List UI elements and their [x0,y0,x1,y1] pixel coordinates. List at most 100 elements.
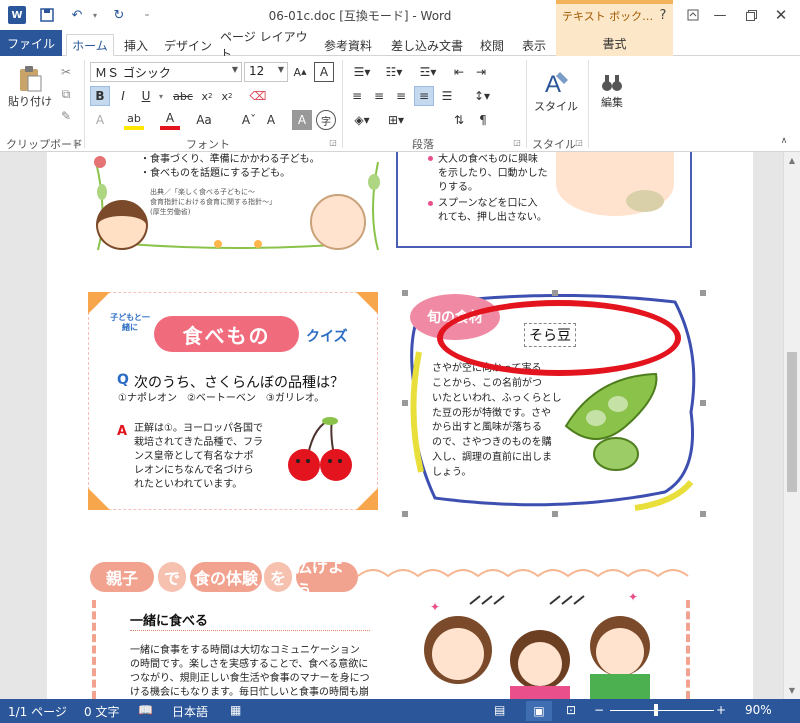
word-app-icon[interactable]: W [8,6,26,24]
italic-button[interactable]: I [114,86,132,106]
copy-icon[interactable]: ⧉ [56,84,76,104]
phonetic-guide-icon[interactable]: Aˇ [240,110,258,130]
font-size-combo[interactable]: 12 ▼ [244,62,288,82]
page-count[interactable]: 1/1 ページ [8,703,67,720]
scroll-down-icon[interactable]: ▼ [784,682,800,699]
format-painter-icon[interactable]: ✎ [56,106,76,126]
resize-handle[interactable] [402,400,408,406]
strikethrough-button[interactable]: abc [170,86,196,106]
minimize-button[interactable]: — [707,4,733,26]
clear-all-formatting-icon[interactable]: A [262,110,280,130]
read-mode-icon[interactable]: ▤ [494,703,505,717]
print-layout-icon[interactable]: ▣ [526,701,552,721]
close-button[interactable]: ✕ [768,4,794,26]
paragraph-launcher-icon[interactable]: ◲ [512,136,522,148]
align-center-icon[interactable]: ≡ [370,86,388,106]
tab-references[interactable]: 参考資料 [318,34,378,56]
tab-format[interactable]: 書式 [556,30,673,56]
redo-icon[interactable]: ↻ [110,6,128,24]
undo-icon[interactable]: ↶ [68,6,86,24]
bold-button[interactable]: B [90,86,110,106]
resize-handle[interactable] [552,290,558,296]
answer-line-1: 正解は①。ヨーロッパ各国で [134,423,263,434]
underline-button[interactable]: U [136,86,156,106]
seasonal-line-3: いたといわれ、ふっくらとし [432,393,562,404]
zoom-in-icon[interactable]: + [716,703,726,717]
bullets-icon[interactable]: ☰▾ [348,62,376,82]
restore-button[interactable] [738,4,764,26]
web-layout-icon[interactable]: ⊡ [566,703,576,717]
resize-handle[interactable] [700,400,706,406]
tab-home[interactable]: ホーム [66,34,114,56]
font-name-combo[interactable]: ＭＳ ゴシック ▼ [90,62,242,82]
seasonal-line-2: ことから、この名前がつ [432,378,542,389]
collapse-ribbon-icon[interactable]: ∧ [776,134,792,148]
resize-handle[interactable] [700,290,706,296]
scroll-up-icon[interactable]: ▲ [784,152,800,169]
customize-qat-icon[interactable]: ₌ [138,6,156,24]
resize-handle[interactable] [402,511,408,517]
enclose-characters-icon[interactable]: 字 [316,110,336,130]
multilevel-list-icon[interactable]: ☲▾ [414,62,442,82]
editing-button[interactable]: 編集 [594,62,630,120]
macro-icon[interactable]: ▦ [230,703,241,717]
character-border-icon[interactable]: A [314,62,334,82]
tab-page-layout[interactable]: ページ レイアウト [220,30,316,61]
band-chip-3: 食の体験 [190,562,262,592]
language-indicator[interactable]: 日本語 [172,703,208,720]
tab-insert[interactable]: 挿入 [118,34,154,56]
styles-launcher-icon[interactable]: ◲ [574,136,584,148]
character-shading-icon[interactable]: A [292,110,312,130]
resize-handle[interactable] [552,511,558,517]
styles-group-label: スタイル [532,138,576,151]
font-color-icon[interactable]: A [160,110,180,130]
text-effects-icon[interactable]: A [90,110,110,130]
tab-review[interactable]: 校閲 [472,34,512,56]
clipboard-launcher-icon[interactable]: ◲ [72,136,82,148]
underline-dropdown-icon[interactable]: ▾ [156,86,166,106]
change-case-icon[interactable]: Aa [194,110,214,130]
word-count[interactable]: 0 文字 [84,703,119,720]
scroll-thumb[interactable] [787,352,797,492]
zoom-track[interactable] [610,710,714,711]
tab-design[interactable]: デザイン [160,34,216,56]
styles-button[interactable]: A スタイル [532,62,580,120]
editing-label: 編集 [601,96,623,109]
section-line-4: ける機会にもなります。毎日忙しいと食事の時間も崩 [130,687,369,698]
zoom-slider-thumb[interactable] [654,704,659,716]
justify-icon[interactable]: ≡ [414,86,434,106]
vertical-scrollbar[interactable]: ▲ ▼ [783,152,800,699]
proofing-icon[interactable]: 📖 [138,703,153,717]
subscript-button[interactable]: x2 [198,86,216,106]
align-right-icon[interactable]: ≡ [392,86,410,106]
save-icon[interactable] [38,6,56,24]
resize-handle[interactable] [700,511,706,517]
shading-icon[interactable]: ◈▾ [348,110,376,130]
numbering-icon[interactable]: ☷▾ [380,62,408,82]
line-spacing-icon[interactable]: ↕▾ [468,86,496,106]
borders-icon[interactable]: ⊞▾ [382,110,410,130]
tab-mailings[interactable]: 差し込み文書 [384,34,470,56]
show-marks-icon[interactable]: ¶ [474,110,492,130]
ribbon-display-options-icon[interactable] [680,4,706,26]
align-left-icon[interactable]: ≡ [348,86,366,106]
tab-file[interactable]: ファイル [0,30,62,56]
cut-icon[interactable]: ✂ [56,62,76,82]
grow-font-icon[interactable]: A ▲ [292,62,308,82]
decrease-indent-icon[interactable]: ⇤ [450,62,468,82]
superscript-button[interactable]: x2 [218,86,236,106]
undo-dropdown-icon[interactable]: ▾ [86,6,104,24]
zoom-out-icon[interactable]: − [594,703,604,717]
increase-indent-icon[interactable]: ⇥ [472,62,490,82]
highlight-icon[interactable]: ab [124,110,144,130]
resize-handle[interactable] [402,290,408,296]
paste-button[interactable]: 貼り付け [8,62,52,112]
help-button[interactable]: ? [650,4,676,26]
font-launcher-icon[interactable]: ◲ [328,136,338,148]
distributed-icon[interactable]: ☰ [438,86,456,106]
answer-line-5: れたといわれています。 [134,479,243,490]
clear-formatting-icon[interactable]: ⌫ [248,86,268,106]
tab-view[interactable]: 表示 [514,34,554,56]
zoom-percent[interactable]: 90% [745,703,772,717]
sort-icon[interactable]: ⇅ [450,110,468,130]
